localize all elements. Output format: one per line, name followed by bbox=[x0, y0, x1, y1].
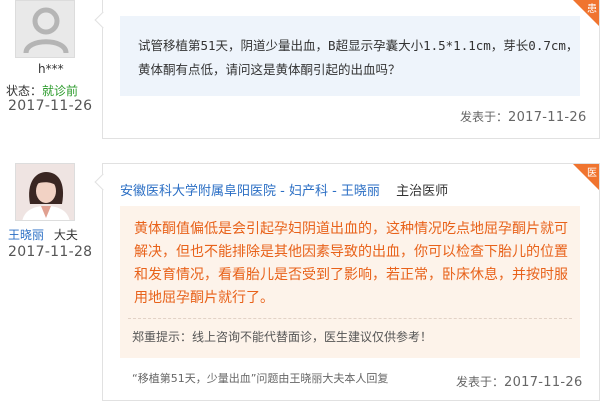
doctor-photo bbox=[16, 164, 74, 220]
question-box: 试管移植第51天，阴道少量出血，B超显示孕囊大小1.5*1.1cm，芽长0.7c… bbox=[120, 16, 580, 96]
answer-sent-date: 2017-11-26 bbox=[504, 375, 583, 390]
disclaimer-text: 郑重提示：线上咨询不能代替面诊，医生建议仅供参考！ bbox=[132, 330, 433, 344]
doctor-role: 大夫 bbox=[53, 228, 78, 242]
user-placeholder-icon bbox=[16, 1, 74, 57]
question-text: 试管移植第51天，阴道少量出血，B超显示孕囊大小1.5*1.1cm，芽长0.7c… bbox=[138, 38, 579, 77]
doctor-info-line: 安徽医科大学附属阜阳医院 - 妇产科 - 王晓丽 主治医师 bbox=[120, 180, 448, 199]
doctor-name[interactable]: 王晓丽 bbox=[8, 228, 44, 242]
answer-divider bbox=[128, 318, 572, 319]
doctor-title: 主治医师 bbox=[396, 184, 449, 199]
answer-sent-label: 发表于： bbox=[456, 375, 505, 389]
question-sent-date: 2017-11-26 bbox=[508, 110, 587, 125]
question-sent-label: 发表于： bbox=[460, 110, 509, 124]
doctor-date: 2017-11-28 bbox=[8, 244, 93, 260]
doctor-badge: 医 bbox=[587, 168, 597, 179]
doctor-avatar[interactable] bbox=[15, 163, 75, 221]
hospital-link[interactable]: 安徽医科大学附属阜阳医院 - 妇产科 - 王晓丽 bbox=[120, 184, 380, 199]
answer-box: 黄体酮值偏低是会引起孕妇阴道出血的，这种情况吃点地屈孕酮片就可解决，但也不能排除… bbox=[120, 206, 580, 358]
patient-date: 2017-11-26 bbox=[8, 98, 93, 114]
answer-text: 黄体酮值偏低是会引起孕妇阴道出血的，这种情况吃点地屈孕酮片就可解决，但也不能排除… bbox=[134, 221, 568, 306]
answer-sent: 发表于：2017-11-26 bbox=[456, 373, 583, 390]
doctor-name-row: 王晓丽 大夫 bbox=[8, 226, 78, 243]
status-label: 状态： bbox=[6, 84, 43, 98]
status-value: 就诊前 bbox=[42, 84, 79, 98]
reply-info: “移植第51天，少量出血”问题由王晓丽大夫本人回复 bbox=[132, 372, 389, 385]
patient-name[interactable]: h*** bbox=[38, 62, 64, 76]
patient-status: 状态：就诊前 bbox=[6, 82, 78, 99]
question-sent: 发表于：2017-11-26 bbox=[460, 108, 587, 125]
patient-avatar[interactable] bbox=[15, 0, 75, 58]
patient-badge: 患 bbox=[587, 4, 597, 15]
